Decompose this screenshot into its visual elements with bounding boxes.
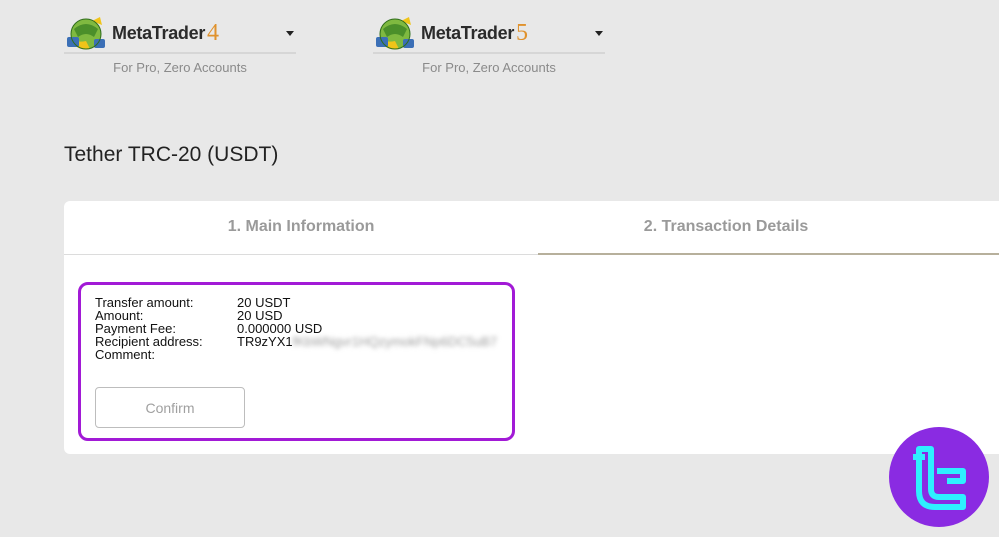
transaction-details-box: Transfer amount: 20 USDT Amount: 20 USD …: [78, 282, 515, 441]
platform-dropdown-mt5[interactable]: MetaTrader 5: [373, 14, 605, 54]
tab-transaction-details[interactable]: 2. Transaction Details: [538, 201, 999, 255]
chevron-down-icon[interactable]: [286, 30, 294, 36]
page-title: Tether TRC-20 (USDT): [64, 143, 279, 166]
platform-name: MetaTrader: [112, 22, 206, 43]
detail-row-transfer-amount: Transfer amount: 20 USDT: [95, 296, 498, 309]
platform-dropdown-mt4[interactable]: MetaTrader 4: [64, 14, 296, 54]
detail-label: Comment:: [95, 347, 155, 362]
detail-row-comment: Comment:: [95, 348, 498, 361]
tradingfinder-logo-icon: [889, 427, 989, 527]
tab-main-information[interactable]: 1. Main Information: [64, 201, 538, 254]
platform-version: 5: [516, 19, 529, 46]
detail-row-recipient-address: Recipient address: TR9zYX1fKbWNgvr1HQzym…: [95, 335, 498, 348]
chevron-down-icon[interactable]: [595, 30, 603, 36]
confirm-button[interactable]: Confirm: [95, 387, 245, 428]
metatrader-globe-icon: [373, 13, 417, 53]
platform-selector-mt5[interactable]: MetaTrader 5 For Pro, Zero Accounts: [373, 14, 605, 86]
recipient-address-redacted: fKbWNgvr1HQzymokFNp6DC5uB7: [292, 334, 498, 349]
metatrader-globe-icon: [64, 13, 108, 53]
platform-version: 4: [207, 19, 220, 46]
deposit-card: 1. Main Information 2. Transaction Detai…: [64, 201, 999, 454]
step-tabs: 1. Main Information 2. Transaction Detai…: [64, 201, 999, 255]
platform-name: MetaTrader: [421, 22, 515, 43]
platform-subtitle: For Pro, Zero Accounts: [422, 60, 556, 75]
platform-selector-mt4[interactable]: MetaTrader 4 For Pro, Zero Accounts: [64, 14, 296, 86]
platform-subtitle: For Pro, Zero Accounts: [113, 60, 247, 75]
recipient-address-visible: TR9zYX1: [237, 334, 293, 349]
detail-value: TR9zYX1fKbWNgvr1HQzymokFNp6DC5uB7: [237, 335, 497, 348]
